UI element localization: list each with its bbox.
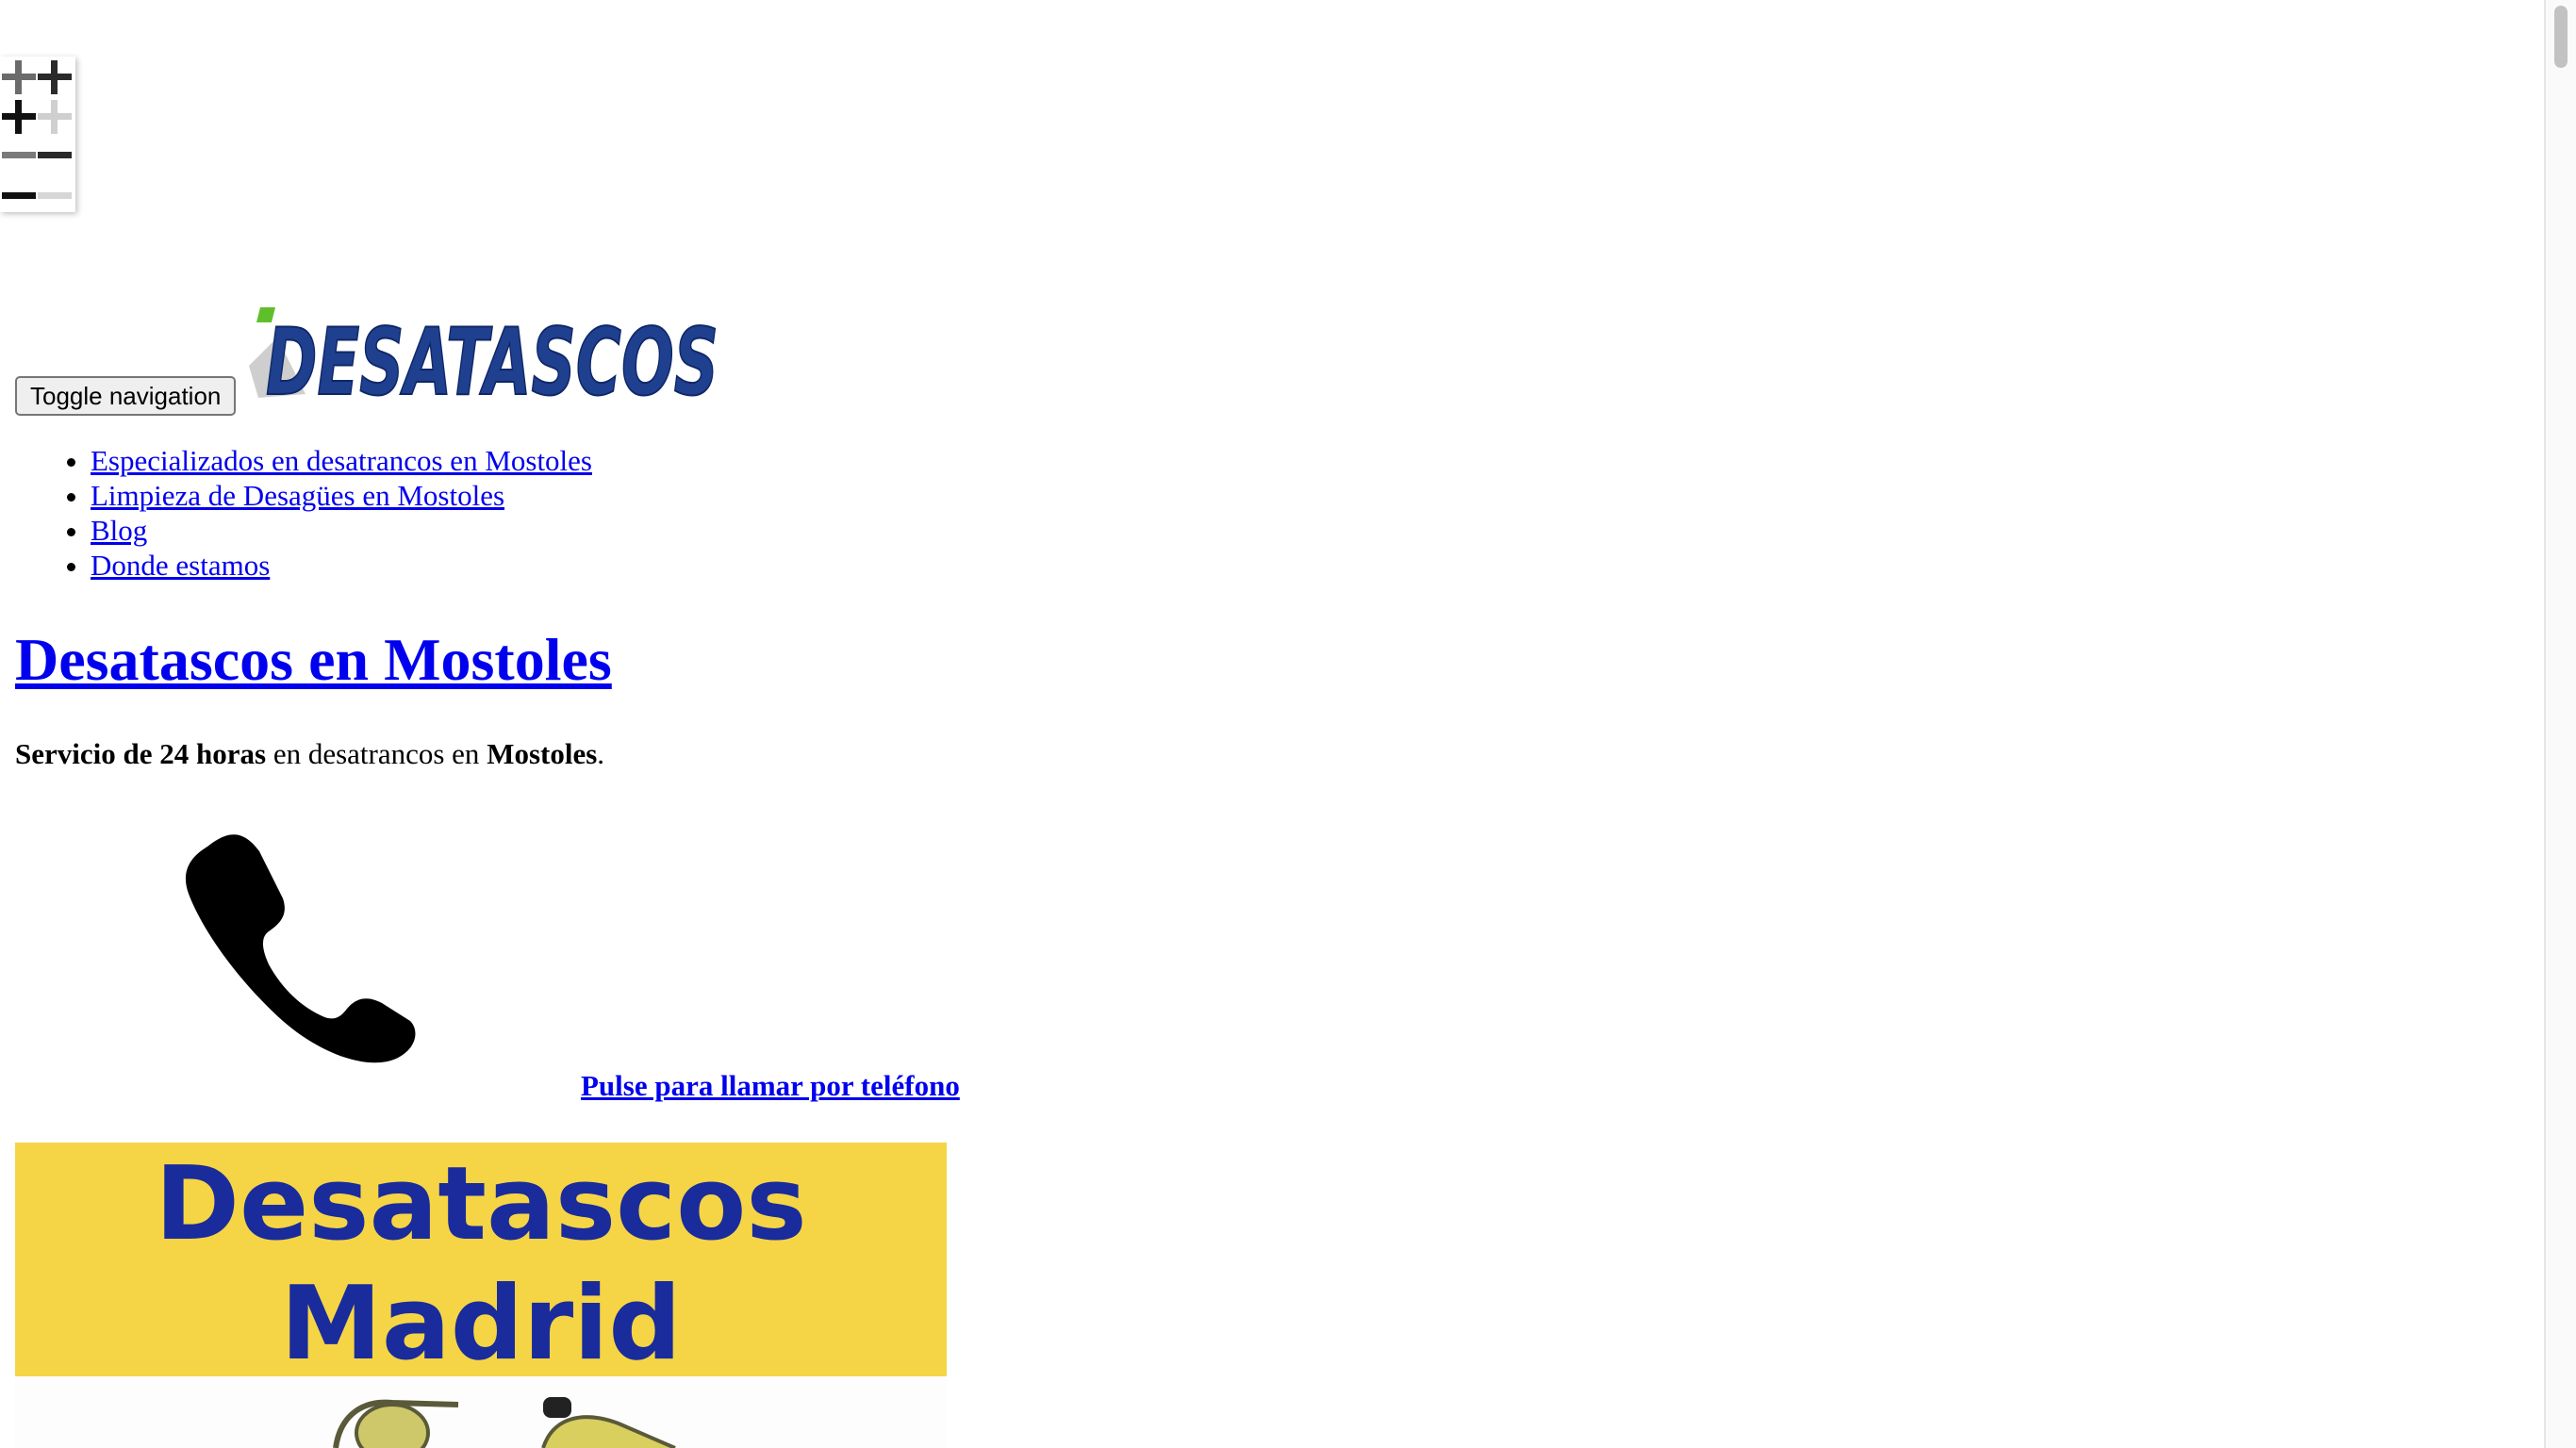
nav-item: Especializados en desatrancos en Mostole…	[91, 443, 592, 478]
drain-machine-graphic	[333, 1397, 676, 1448]
zoom-out-button[interactable]	[2, 152, 72, 199]
toggle-navigation-button[interactable]: Toggle navigation	[15, 376, 237, 416]
nav-link-blog[interactable]: Blog	[91, 514, 147, 547]
page-title-link[interactable]: Desatascos en Mostoles	[15, 626, 612, 693]
nav-item: Limpieza de Desagües en Mostoles	[91, 478, 592, 513]
call-phone-link[interactable]: Pulse para llamar por teléfono	[581, 1067, 960, 1105]
banner-photo	[15, 1376, 947, 1448]
intro-strong-service: Servicio de 24 horas	[15, 737, 267, 770]
banner-title-line1: Desatascos	[155, 1145, 807, 1263]
nav-link-limpieza-desagues[interactable]: Limpieza de Desagües en Mostoles	[91, 479, 504, 512]
banner-image: Desatascos Madrid	[15, 1143, 947, 1448]
zoom-control-graphic	[0, 57, 75, 199]
intro-strong-city: Mostoles	[487, 737, 598, 770]
zoom-control	[0, 57, 75, 212]
nav-item: Donde estamos	[91, 548, 592, 583]
logo-graphic: DESATASCOS	[249, 307, 719, 418]
nav-item: Blog	[91, 513, 592, 548]
main-nav: Especializados en desatrancos en Mostole…	[15, 443, 592, 583]
minus-icon	[2, 152, 72, 199]
site-logo[interactable]: DESATASCOS	[249, 300, 720, 418]
nav-link-donde-estamos[interactable]: Donde estamos	[91, 549, 270, 582]
phone-icon-graphic	[185, 834, 416, 1063]
page-title: Desatascos en Mostoles	[15, 622, 612, 698]
scrollbar-thumb[interactable]	[2554, 6, 2568, 68]
banner-title-line2: Madrid	[280, 1265, 682, 1383]
intro-text: Servicio de 24 horas en desatrancos en M…	[15, 735, 604, 773]
logo-text: DESATASCOS	[266, 309, 718, 405]
phone-icon[interactable]	[179, 828, 424, 1068]
vertical-scrollbar[interactable]	[2544, 0, 2576, 1448]
intro-end: .	[597, 737, 605, 770]
zoom-in-button[interactable]	[0, 57, 75, 134]
intro-middle: en desatrancos en	[266, 737, 487, 770]
nav-link-desatrancos[interactable]: Especializados en desatrancos en Mostole…	[91, 444, 592, 477]
